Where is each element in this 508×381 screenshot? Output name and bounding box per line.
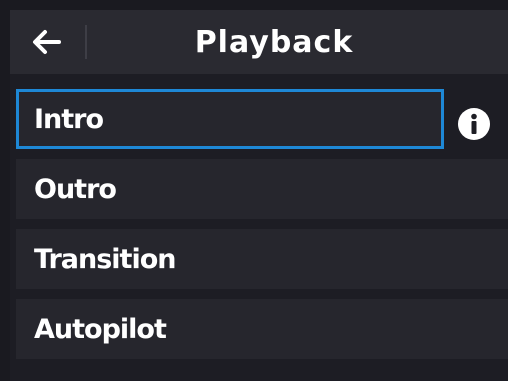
playback-panel: Playback Intro Outro Transition Autopilo… [10,10,508,381]
menu-item-transition[interactable]: Transition [16,229,508,289]
info-button[interactable] [454,104,494,144]
header-bar: Playback [10,10,508,74]
menu-item-label: Outro [34,173,117,205]
menu-item-label: Autopilot [34,313,167,345]
page-title: Playback [194,24,354,60]
info-icon [458,108,490,140]
app-frame: Playback Intro Outro Transition Autopilo… [0,0,508,381]
menu-item-intro[interactable]: Intro [16,89,444,149]
menu-item-autopilot[interactable]: Autopilot [16,299,508,359]
menu-item-label: Intro [34,103,104,135]
menu-item-label: Transition [34,243,176,275]
menu-item-outro[interactable]: Outro [16,159,508,219]
